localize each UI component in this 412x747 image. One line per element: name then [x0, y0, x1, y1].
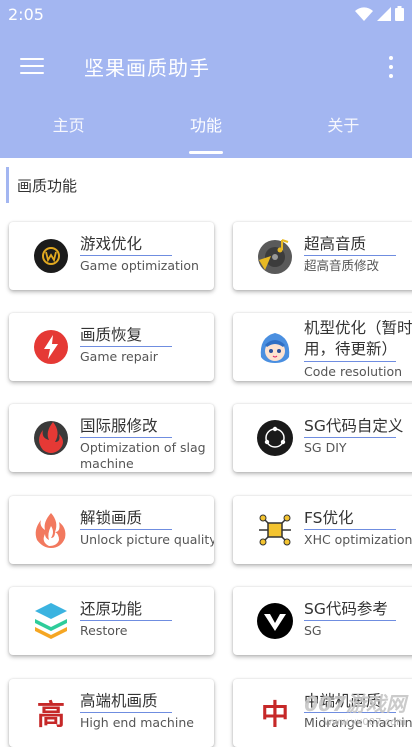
tab-indicator	[188, 151, 223, 154]
signal-icon	[377, 6, 391, 21]
status-icons	[355, 6, 404, 21]
orbit-dots-icon	[257, 420, 293, 456]
card-ultra-audio[interactable]: 超高音质 超高音质修改	[233, 222, 412, 290]
card-divider	[80, 712, 172, 713]
card-divider	[80, 529, 172, 530]
card-title: 画质恢复	[80, 326, 143, 344]
card-subtitle: High end machine	[80, 715, 194, 730]
card-divider	[80, 437, 172, 438]
card-title: 高端机画质	[80, 692, 158, 710]
card-subtitle: SG	[304, 623, 322, 638]
watermark-url: www.yx007.com	[323, 717, 406, 728]
section-accent-bar	[6, 167, 9, 203]
fire-circle-icon	[34, 421, 68, 455]
card-title: 解锁画质	[80, 509, 143, 527]
card-divider	[304, 620, 396, 621]
card-title: 机型优化（暂时用，待更新）	[304, 319, 412, 358]
card-subtitle: Game repair	[80, 349, 158, 364]
card-divider	[304, 255, 396, 256]
card-title: 游戏优化	[80, 235, 143, 253]
card-subtitle: SG DIY	[304, 440, 347, 455]
card-divider	[304, 529, 396, 530]
more-options-icon[interactable]	[386, 56, 396, 78]
tab-bar: 主页 功能 关于	[0, 108, 412, 158]
card-divider	[80, 346, 172, 347]
card-title: SG代码自定义	[304, 417, 404, 435]
card-subtitle: Code resolution	[304, 364, 403, 379]
tab-about[interactable]: 关于	[275, 108, 412, 158]
card-international-server[interactable]: 国际服修改 Optimization of slag machine	[9, 404, 214, 472]
battery-icon	[395, 6, 404, 21]
card-title: 国际服修改	[80, 417, 158, 435]
card-subtitle: Unlock picture quality	[80, 532, 214, 547]
gao-glyph: 高	[36, 698, 65, 731]
card-sg-code-custom[interactable]: SG代码自定义 SG DIY	[233, 404, 412, 472]
section-title: 画质功能	[17, 176, 78, 195]
card-subtitle: 超高音质修改	[304, 258, 380, 273]
zhong-glyph: 中	[260, 698, 289, 731]
section-header: 画质功能	[6, 166, 412, 204]
layers-stack-icon	[35, 603, 67, 639]
card-high-end[interactable]: 高 高端机画质 High end machine	[9, 679, 214, 747]
lightning-icon	[34, 330, 68, 364]
hamburger-menu-icon[interactable]	[20, 58, 44, 76]
anime-character-icon	[260, 333, 290, 363]
card-title: 还原功能	[80, 600, 143, 618]
card-divider	[304, 437, 396, 438]
gao-character-icon: 高	[31, 693, 71, 733]
game-w-logo-icon	[34, 239, 68, 273]
tab-label: 关于	[327, 116, 360, 135]
watermark: 007游戏网 www.yx007.com	[304, 688, 406, 728]
card-subtitle: Restore	[80, 623, 128, 638]
card-game-repair[interactable]: 画质恢复 Game repair	[9, 313, 214, 381]
card-title: SG代码参考	[304, 600, 388, 618]
wifi-icon	[355, 6, 373, 21]
status-time: 2:05	[8, 5, 44, 24]
tab-home[interactable]: 主页	[0, 108, 137, 158]
card-subtitle: Game optimization	[80, 258, 199, 273]
card-divider	[80, 620, 172, 621]
network-nodes-icon	[259, 514, 291, 546]
card-title: FS优化	[304, 509, 354, 527]
card-unlock-quality[interactable]: 解锁画质 Unlock picture quality	[9, 496, 214, 564]
card-sg-code-reference[interactable]: SG代码参考 SG	[233, 587, 412, 655]
flame-icon	[35, 513, 66, 548]
tab-label: 主页	[52, 116, 85, 135]
watermark-main: 007游戏网	[304, 692, 406, 716]
zhong-character-icon: 中	[255, 693, 295, 733]
tab-features[interactable]: 功能	[137, 108, 274, 158]
card-fs-optimization[interactable]: FS优化 XHC optimization	[233, 496, 412, 564]
card-game-optimization[interactable]: 游戏优化 Game optimization	[9, 222, 214, 290]
app-bar: 2:05 坚果画质助手 主页 功能 关于	[0, 0, 412, 158]
tab-label: 功能	[189, 116, 222, 135]
app-title: 坚果画质助手	[84, 56, 210, 80]
card-subtitle: XHC optimization	[304, 532, 412, 547]
card-model-optimization[interactable]: 机型优化（暂时用，待更新） Code resolution	[233, 313, 412, 381]
card-divider	[304, 361, 396, 362]
card-subtitle: Optimization of slag machine	[80, 440, 206, 471]
music-disc-icon	[258, 239, 292, 274]
card-restore[interactable]: 还原功能 Restore	[9, 587, 214, 655]
card-title: 超高音质	[304, 235, 367, 253]
card-divider	[80, 255, 172, 256]
v-logo-icon	[257, 603, 293, 639]
